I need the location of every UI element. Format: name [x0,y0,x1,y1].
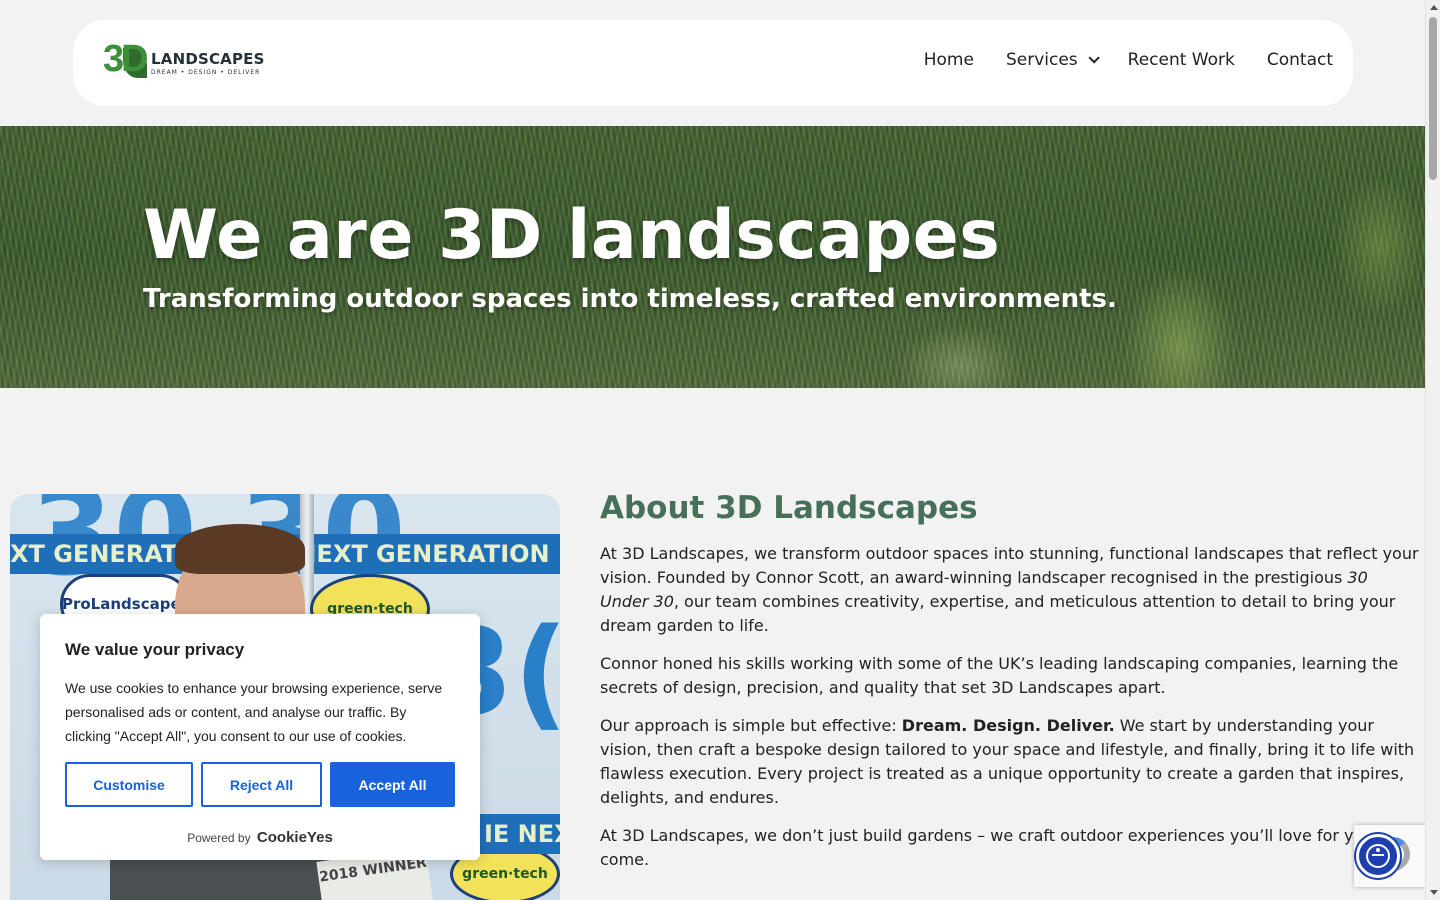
scrollbar-thumb[interactable] [1429,17,1437,180]
nav-home-label: Home [923,50,974,70]
logo-mark-icon: 3D [103,38,149,82]
nav-recent-work-label: Recent Work [1127,50,1235,70]
about-p1-b: , our team combines creativity, expertis… [600,592,1396,635]
nav-contact-label: Contact [1266,50,1333,70]
about-paragraph-2: Connor honed his skills working with som… [600,654,1399,697]
logo-title: LANDSCAPES [151,50,265,68]
about-section: About 3D Landscapes At 3D Landscapes, we… [600,490,1420,886]
about-paragraph-3: Our approach is simple but effective: Dr… [600,714,1420,810]
cookie-reject-button[interactable]: Reject All [201,762,322,807]
photo-person-hair [175,524,305,574]
cookie-title: We value your privacy [65,640,245,659]
nav-contact-link[interactable]: Contact [1267,50,1333,70]
about-p3-strong: Dream. Design. Deliver. [901,716,1115,735]
cookie-customise-button[interactable]: Customise [65,762,193,807]
cookie-accept-button[interactable]: Accept All [330,762,455,807]
about-p3-a: Our approach is simple but effective: [600,716,902,735]
about-paragraph-4: At 3D Landscapes, we don’t just build ga… [600,826,1410,869]
accessibility-button[interactable] [1356,834,1400,878]
scroll-down-arrow-icon[interactable] [1430,890,1438,895]
logo-text: LANDSCAPES DREAM • DESIGN • DELIVER [151,50,265,76]
hero-title: We are 3D landscapes [143,196,1001,275]
about-paragraph-1: At 3D Landscapes, we transform outdoor s… [600,542,1420,638]
cookie-buttons: Customise Reject All Accept All [65,762,455,807]
hero-banner: We are 3D landscapes Transforming outdoo… [0,126,1425,388]
site-logo[interactable]: 3D LANDSCAPES DREAM • DESIGN • DELIVER [103,38,265,82]
logo-mark-text: 3D [103,38,149,80]
hero-subtitle: Transforming outdoor spaces into timeles… [143,284,1117,314]
about-heading: About 3D Landscapes [600,490,978,526]
cookieyes-logo: CookieYes [256,829,333,846]
photo-banner-text-2: IE NEXT [484,820,560,848]
nav-services-link[interactable]: Services [1005,50,1100,70]
logo-tagline: DREAM • DESIGN • DELIVER [151,69,261,76]
scroll-up-arrow-icon[interactable] [1430,5,1438,10]
about-p1-a: At 3D Landscapes, we transform outdoor s… [600,544,1419,587]
page-scrollbar[interactable] [1425,0,1440,900]
cookie-consent-banner: We value your privacy We use cookies to … [40,614,480,860]
cookie-body: We use cookies to enhance your browsing … [65,680,443,744]
cookie-powered-by[interactable]: Powered by CookieYes [40,829,480,846]
chevron-down-icon [1088,52,1100,64]
nav-home-link[interactable]: Home [924,50,974,70]
main-nav: Home Services Recent Work Contact [892,50,1333,70]
cookie-powered-label: Powered by [187,831,251,845]
accessibility-icon [1366,844,1390,868]
nav-services-label: Services [1005,50,1078,70]
photo-banner-bottom: IE NEXT [480,814,560,854]
site-header: 3D LANDSCAPES DREAM • DESIGN • DELIVER H… [73,20,1353,106]
nav-recent-work-link[interactable]: Recent Work [1128,50,1235,70]
